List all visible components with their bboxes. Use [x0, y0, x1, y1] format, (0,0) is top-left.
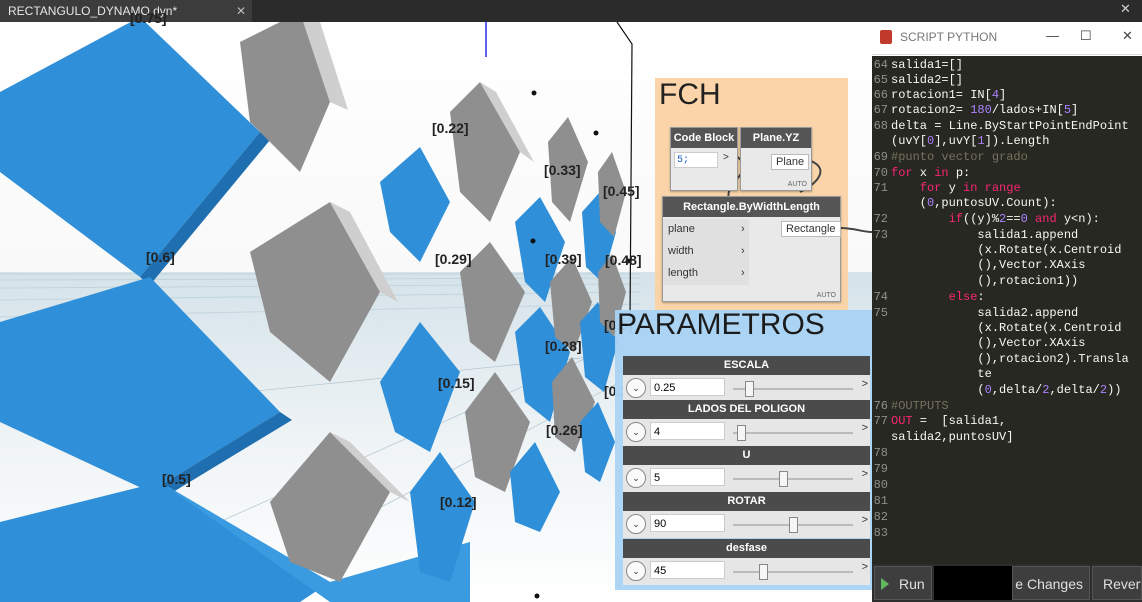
run-button[interactable]: Run: [874, 566, 932, 600]
rectangle-node-lacing: AUTO: [816, 292, 836, 299]
python-window-icon: [880, 30, 892, 44]
input-port-plane[interactable]: plane: [668, 223, 695, 235]
expand-chevron-icon[interactable]: ⌄: [626, 422, 646, 442]
python-window-titlebar[interactable]: SCRIPT PYTHON — ☐ ✕: [872, 22, 1142, 55]
slider-lados-value[interactable]: 4: [650, 422, 725, 440]
input-port-length-arrow: ›: [741, 267, 745, 279]
expand-chevron-icon[interactable]: ⌄: [626, 468, 646, 488]
save-changes-label: e Changes: [1015, 576, 1083, 592]
slider-u-body: ⌄ 5 >: [623, 465, 870, 492]
expand-chevron-icon[interactable]: ⌄: [626, 561, 646, 581]
3d-viewport[interactable]: [0.75] [0.22] [0.33] [0.45] [0.6] [0.29]…: [0, 10, 872, 602]
rectangle-by-width-length-node[interactable]: Rectangle.ByWidthLength plane › width › …: [662, 196, 841, 302]
slider-u-value[interactable]: 5: [650, 468, 725, 486]
expand-chevron-icon[interactable]: ⌄: [626, 514, 646, 534]
close-icon[interactable]: ✕: [1120, 1, 1131, 17]
python-window-title: SCRIPT PYTHON: [900, 30, 998, 44]
minimize-icon[interactable]: —: [1046, 28, 1059, 43]
code-editor[interactable]: 64 salida1=[] 65 salida2=[] 66 rotacion1= I…: [872, 56, 1142, 564]
slider-escala-value[interactable]: 0.25: [650, 378, 725, 396]
code-block-title: Code Block: [671, 128, 737, 148]
slider-lados-title: LADOS DEL POLIGON: [623, 400, 870, 419]
plane-yz-lacing: AUTO: [787, 181, 807, 188]
slider-escala[interactable]: ESCALA ⌄ 0.25 >: [623, 356, 870, 402]
rectangle-output-port[interactable]: Rectangle: [781, 221, 841, 237]
slider-lados-body: ⌄ 4 >: [623, 419, 870, 446]
input-port-width[interactable]: width: [668, 245, 694, 257]
python-window-button-bar: Run e Changes Revert: [872, 564, 1142, 602]
slider-thumb[interactable]: [759, 564, 768, 580]
expand-chevron-icon[interactable]: ⌄: [626, 378, 646, 398]
slider-track[interactable]: [733, 478, 853, 480]
slider-track[interactable]: [733, 432, 853, 434]
slider-desfase[interactable]: desfase ⌄ 45 >: [623, 539, 870, 585]
tab-close-icon[interactable]: ✕: [236, 0, 246, 22]
slider-expand-arrow[interactable]: >: [862, 468, 868, 480]
slider-escala-title: ESCALA: [623, 356, 870, 375]
maximize-icon[interactable]: ☐: [1080, 28, 1092, 44]
plane-yz-output-port[interactable]: Plane: [771, 154, 810, 170]
slider-expand-arrow[interactable]: >: [862, 378, 868, 390]
input-port-length[interactable]: length: [668, 267, 698, 279]
redacted-area: [934, 566, 1014, 600]
slider-desfase-value[interactable]: 45: [650, 561, 725, 579]
group-parametros-title: PARAMETROS: [617, 308, 825, 341]
close-icon[interactable]: ✕: [1122, 28, 1133, 44]
slider-thumb[interactable]: [779, 471, 788, 487]
slider-rotar[interactable]: ROTAR ⌄ 90 >: [623, 492, 870, 538]
run-button-label: Run: [899, 576, 925, 592]
slider-thumb[interactable]: [745, 381, 754, 397]
plane-yz-node[interactable]: Plane.YZ Plane AUTO: [740, 127, 812, 191]
slider-desfase-body: ⌄ 45 >: [623, 558, 870, 585]
slider-expand-arrow[interactable]: >: [862, 514, 868, 526]
play-icon: [881, 578, 889, 590]
python-script-window[interactable]: SCRIPT PYTHON — ☐ ✕ 64 salida1=[] 65 salid…: [872, 22, 1142, 602]
input-port-width-arrow: ›: [741, 245, 745, 257]
slider-track[interactable]: [733, 571, 853, 573]
slider-thumb[interactable]: [737, 425, 746, 441]
plane-yz-title: Plane.YZ: [741, 128, 811, 148]
rectangle-node-title: Rectangle.ByWidthLength: [663, 197, 840, 217]
slider-u-title: U: [623, 446, 870, 465]
code-block-node[interactable]: Code Block 5; >: [670, 127, 738, 191]
tab-bar: RECTANGULO_DYNAMO.dyn* ✕ ✕: [0, 0, 1142, 22]
input-port-plane-arrow: ›: [741, 223, 745, 235]
slider-expand-arrow[interactable]: >: [862, 422, 868, 434]
slider-rotar-value[interactable]: 90: [650, 514, 725, 532]
revert-button-label: Revert: [1103, 576, 1142, 592]
slider-thumb[interactable]: [789, 517, 798, 533]
code-block-editor[interactable]: 5;: [674, 152, 718, 168]
slider-u[interactable]: U ⌄ 5 >: [623, 446, 870, 492]
slider-desfase-title: desfase: [623, 539, 870, 558]
slider-rotar-title: ROTAR: [623, 492, 870, 511]
tab-rectangulo-dynamo[interactable]: RECTANGULO_DYNAMO.dyn* ✕: [0, 0, 252, 22]
slider-escala-body: ⌄ 0.25 >: [623, 375, 870, 402]
code-block-output-port[interactable]: >: [723, 152, 729, 163]
revert-button[interactable]: Revert: [1092, 566, 1142, 600]
slider-expand-arrow[interactable]: >: [862, 561, 868, 573]
slider-rotar-body: ⌄ 90 >: [623, 511, 870, 538]
slider-lados-del-poligon[interactable]: LADOS DEL POLIGON ⌄ 4 >: [623, 400, 870, 446]
save-changes-button[interactable]: e Changes: [1012, 566, 1090, 600]
